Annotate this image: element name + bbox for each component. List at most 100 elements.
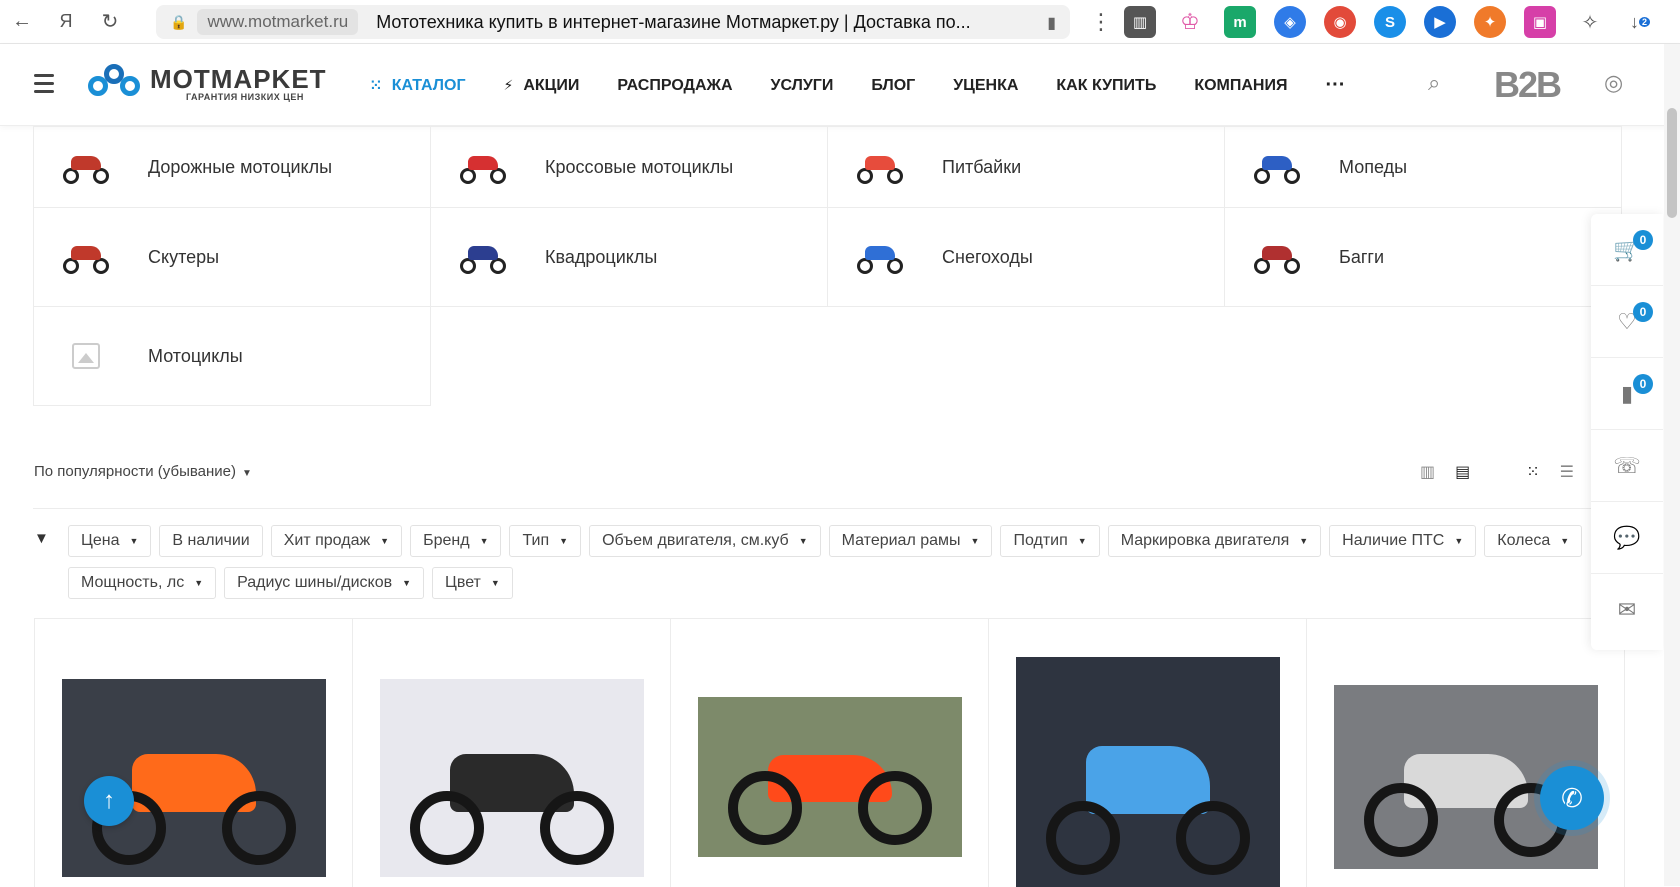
filter-chip[interactable]: Колеса ▼ — [1484, 525, 1583, 557]
category-thumb — [459, 147, 507, 187]
cart-button[interactable]: 🛒 0 — [1591, 214, 1663, 286]
filter-chip[interactable]: Бренд ▼ — [410, 525, 502, 557]
page-scrollbar[interactable] — [1664, 44, 1680, 886]
nav-promotions[interactable]: ⚡ АКЦИИ — [504, 77, 580, 95]
extension-chrome-icon[interactable]: ◉ — [1324, 6, 1356, 38]
extension-screenshot-icon[interactable]: ▣ — [1524, 6, 1556, 38]
b2b-logo[interactable]: B2B — [1494, 64, 1562, 106]
yandex-icon[interactable]: Я — [44, 0, 88, 44]
category-mopeds[interactable]: Мопеды — [1224, 126, 1622, 208]
filter-chip[interactable]: Хит продаж ▼ — [270, 525, 403, 557]
nav-services[interactable]: УСЛУГИ — [771, 77, 834, 95]
product-card[interactable] — [670, 619, 989, 887]
url-domain[interactable]: www.motmarket.ru — [197, 9, 359, 35]
nav-discount[interactable]: УЦЕНКА — [953, 77, 1018, 95]
filter-chip[interactable]: Тип ▼ — [509, 525, 582, 557]
extension-panel-icon[interactable]: ▥ — [1124, 6, 1156, 38]
menu-burger-icon[interactable] — [34, 74, 54, 98]
filter-chip[interactable]: Радиус шины/дисков ▼ — [224, 567, 425, 599]
call-button[interactable]: ✆ — [1540, 766, 1604, 830]
address-bar[interactable]: 🔒 www.motmarket.ru Мототехника купить в … — [156, 5, 1070, 39]
filter-label: Колеса — [1497, 532, 1551, 549]
search-icon[interactable]: ⌕ — [1428, 70, 1440, 96]
view-list-icon[interactable]: ☰ — [1560, 462, 1574, 482]
nav-catalog[interactable]: ⁙ КАТАЛОГ — [370, 77, 466, 95]
lightning-icon: ⚡ — [503, 77, 514, 93]
filter-chip[interactable]: Цена ▼ — [68, 525, 152, 557]
nav-how-to-buy[interactable]: КАК КУПИТЬ — [1056, 77, 1156, 95]
category-label: Багги — [1339, 246, 1385, 267]
scroll-to-top-button[interactable]: ↑ — [84, 776, 134, 826]
product-card[interactable] — [988, 619, 1307, 887]
view-grid-icon[interactable]: ⁙ — [1526, 462, 1539, 482]
category-thumb — [62, 237, 110, 277]
chevron-down-icon: ▼ — [1299, 536, 1309, 546]
extension-m-icon[interactable]: m — [1224, 6, 1256, 38]
filter-chip[interactable]: Подтип ▼ — [1000, 525, 1100, 557]
category-thumb — [62, 336, 110, 376]
compare-button[interactable]: ▮ 0 — [1591, 358, 1663, 430]
extension-rocket-icon[interactable]: ✦ — [1474, 6, 1506, 38]
category-buggies[interactable]: Багги — [1224, 207, 1622, 307]
nav-sale[interactable]: РАСПРОДАЖА — [617, 77, 732, 95]
phone-icon: ✆ — [1561, 782, 1583, 813]
filter-chip[interactable]: Мощность, лс ▼ — [68, 567, 217, 599]
view-toggles: ▥ ▤ ⁙ ☰ — [1420, 462, 1574, 482]
user-icon[interactable]: ◎ — [1604, 70, 1623, 96]
cart-count-badge: 0 — [1633, 230, 1653, 250]
filter-chip[interactable]: Наличие ПТС ▼ — [1329, 525, 1477, 557]
filter-chip[interactable]: Объем двигателя, см.куб ▼ — [589, 525, 821, 557]
category-label: Скутеры — [148, 246, 220, 267]
extension-crown-icon[interactable]: ♔ — [1174, 6, 1206, 38]
product-image[interactable] — [1016, 657, 1280, 887]
lock-icon: 🔒 — [170, 13, 188, 30]
filter-icon[interactable]: ▼ — [34, 530, 49, 547]
extension-puzzle-icon[interactable]: ✧ — [1574, 6, 1606, 38]
filter-chip[interactable]: Маркировка двигателя ▼ — [1107, 525, 1322, 557]
sort-dropdown[interactable]: По популярности (убывание) ▼ — [34, 463, 252, 480]
product-card[interactable] — [1306, 619, 1625, 887]
view-compact-icon[interactable]: ▥ — [1420, 462, 1435, 482]
filter-chip[interactable]: Цвет ▼ — [432, 567, 513, 599]
nav-more-icon[interactable]: ··· — [1325, 74, 1345, 97]
chat-icon: 💬 — [1613, 524, 1641, 550]
reload-icon[interactable]: ↻ — [88, 0, 132, 44]
product-card[interactable] — [352, 619, 671, 887]
category-label: Квадроциклы — [545, 246, 658, 267]
category-road-motorcycles[interactable]: Дорожные мотоциклы — [33, 126, 431, 208]
product-card[interactable] — [34, 619, 353, 887]
extension-video-icon[interactable]: ▶ — [1424, 6, 1456, 38]
browser-menu-icon[interactable]: ⋮ — [1090, 9, 1112, 35]
callback-button[interactable]: ☏ — [1591, 430, 1663, 502]
chevron-down-icon: ▼ — [970, 536, 980, 546]
email-button[interactable]: ✉ — [1591, 574, 1663, 646]
filter-chip[interactable]: В наличии — [159, 525, 263, 557]
category-cross-motorcycles[interactable]: Кроссовые мотоциклы — [430, 126, 828, 208]
back-icon[interactable]: ← — [0, 0, 44, 44]
category-snowmobiles[interactable]: Снегоходы — [827, 207, 1225, 307]
category-scooters[interactable]: Скутеры — [33, 207, 431, 307]
category-quads[interactable]: Квадроциклы — [430, 207, 828, 307]
downloads-icon[interactable]: ↓ 2 — [1624, 6, 1656, 38]
nav-blog[interactable]: БЛОГ — [871, 77, 915, 95]
favorites-button[interactable]: ♡ 0 — [1591, 286, 1663, 358]
category-pitbikes[interactable]: Питбайки — [827, 126, 1225, 208]
extension-shazam-icon[interactable]: S — [1374, 6, 1406, 38]
site-logo[interactable]: MOTMAPKET ГАРАНТИЯ НИЗКИХ ЦЕН — [88, 62, 327, 106]
nav-company[interactable]: КОМПАНИЯ — [1194, 77, 1287, 95]
extension-tag-icon[interactable]: ◈ — [1274, 6, 1306, 38]
product-image[interactable] — [698, 697, 962, 857]
scroll-thumb[interactable] — [1667, 108, 1677, 218]
product-image[interactable] — [380, 679, 644, 877]
filter-chip[interactable]: Материал рамы ▼ — [828, 525, 993, 557]
extensions-bar: ⋮ ▥ ♔ m ◈ ◉ S ▶ ✦ ▣ ✧ ↓ 2 — [1090, 6, 1656, 38]
chevron-down-icon: ▼ — [129, 536, 139, 546]
bookmark-icon[interactable]: ▮ — [1047, 13, 1056, 33]
view-wide-icon[interactable]: ▤ — [1455, 462, 1470, 482]
category-label: Питбайки — [942, 156, 1022, 177]
category-thumb — [856, 147, 904, 187]
chat-button[interactable]: 💬 — [1591, 502, 1663, 574]
filter-label: Объем двигателя, см.куб — [602, 532, 789, 549]
category-motorcycles[interactable]: Мотоциклы — [33, 306, 431, 406]
chevron-down-icon: ▼ — [479, 536, 489, 546]
